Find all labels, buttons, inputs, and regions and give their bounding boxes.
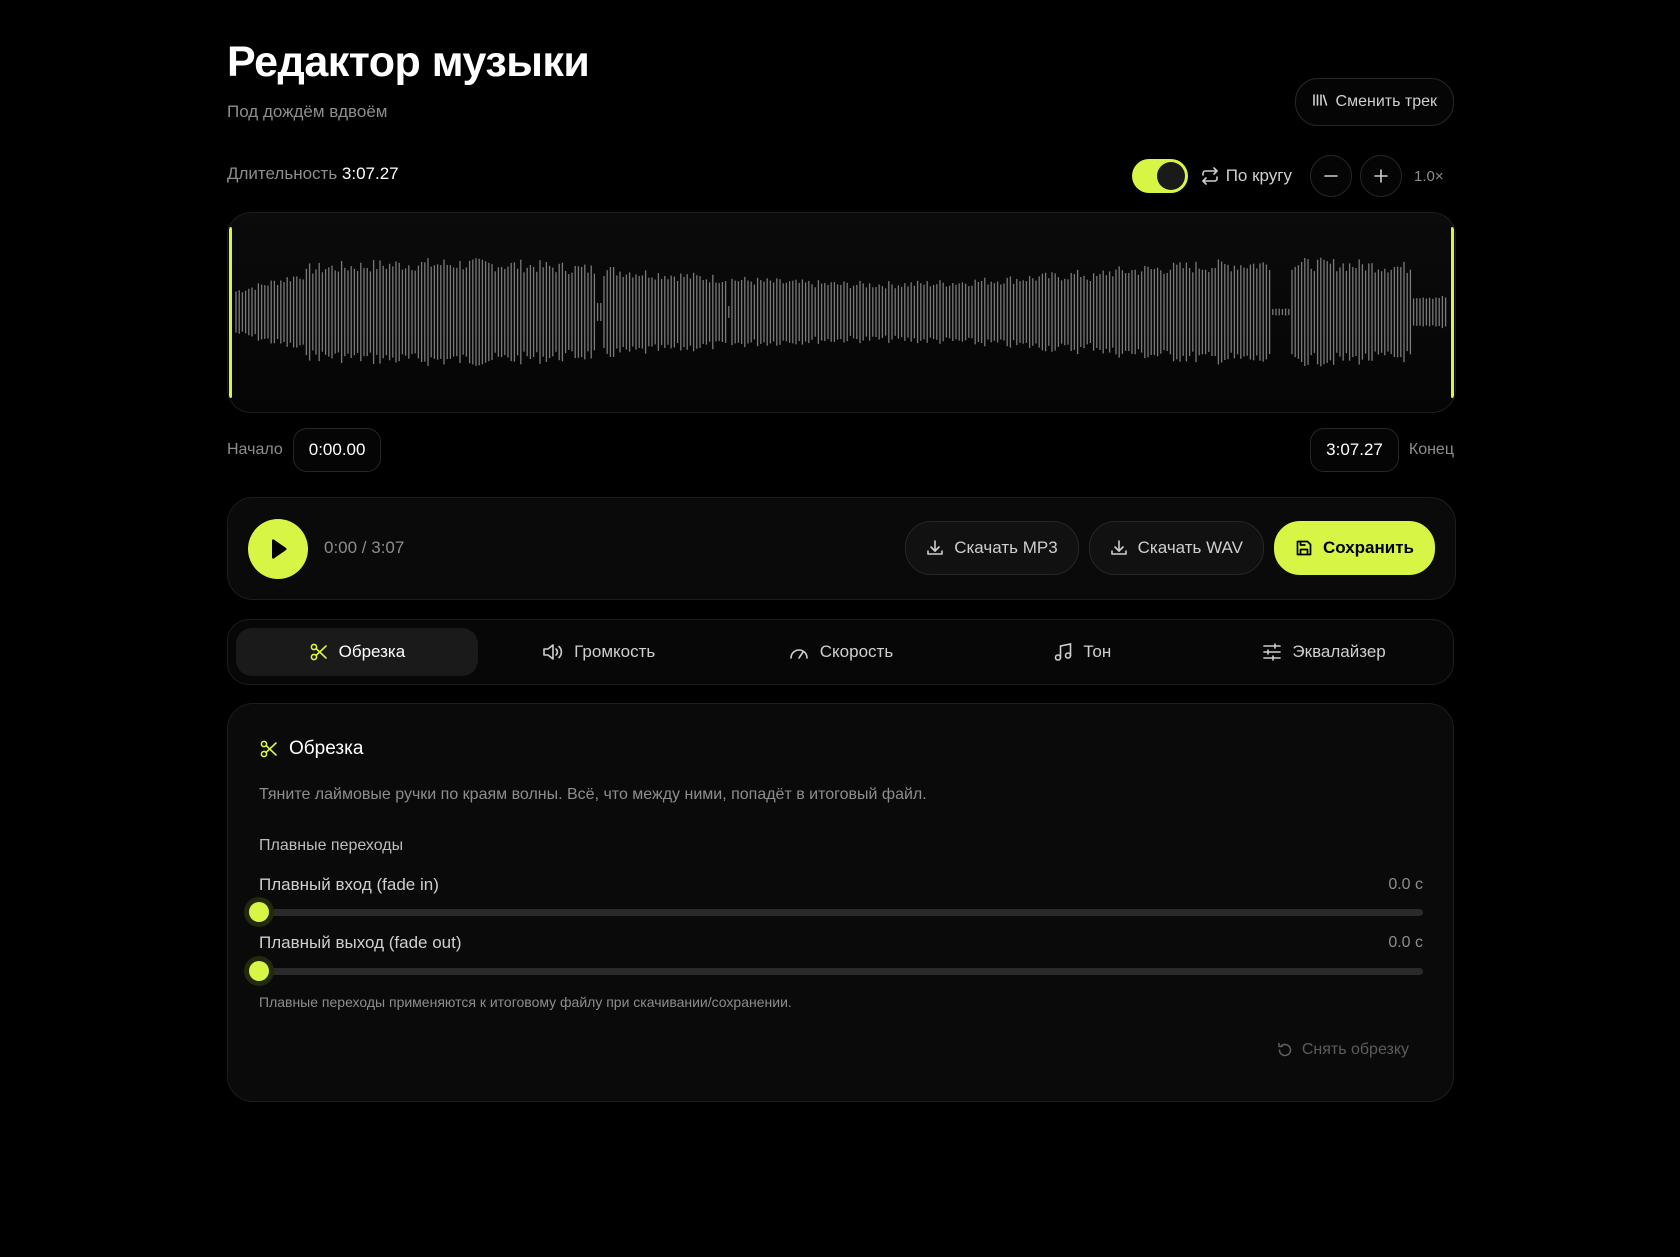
- playback-time: 0:00 / 3:07: [324, 538, 405, 557]
- loop-label: По кругу: [1225, 166, 1292, 185]
- music-editor: Редактор музыки Под дождём вдвоём Сменит…: [227, 0, 1456, 1257]
- tab-volume-label: Громкость: [574, 642, 656, 661]
- fades-section-label: Плавные переходы: [259, 837, 404, 854]
- tab-speed-label: Скорость: [819, 642, 894, 661]
- track-name: Под дождём вдвоём: [227, 102, 388, 121]
- download-wav-button[interactable]: Скачать WAV: [1088, 521, 1264, 575]
- tab-trim[interactable]: Обрезка: [236, 628, 478, 676]
- fade-in-slider[interactable]: [249, 902, 1423, 922]
- undo-icon: [1278, 1042, 1292, 1057]
- tab-equalizer[interactable]: Эквалайзер: [1203, 628, 1445, 676]
- panel-title: Обрезка: [289, 738, 364, 759]
- scissors-icon: [260, 740, 277, 758]
- download-wav-label: Скачать WAV: [1137, 538, 1243, 557]
- duration-label: Длительность: [227, 164, 338, 183]
- trim-panel: Обрезка Тяните лаймовые ручки по краям в…: [227, 703, 1454, 1102]
- trim-start: Начало 0:00.00: [227, 428, 382, 472]
- tab-pitch-label: Тон: [1083, 642, 1112, 661]
- reset-trim-label: Снять обрезку: [1301, 1041, 1409, 1058]
- fade-out-value: 0.0 с: [1388, 934, 1423, 951]
- volume-icon: [543, 644, 563, 660]
- download-icon: [1110, 540, 1127, 555]
- fade-out-slider[interactable]: [249, 961, 1423, 981]
- download-mp3-label: Скачать MP3: [954, 538, 1058, 557]
- tab-equalizer-label: Эквалайзер: [1292, 642, 1386, 661]
- speedometer-icon: [789, 649, 808, 659]
- download-icon: [927, 540, 944, 555]
- fade-in-value: 0.0 с: [1388, 876, 1423, 893]
- repeat-icon: [1200, 167, 1220, 185]
- trim-start-handle[interactable]: [229, 227, 232, 398]
- loop-toggle[interactable]: [1131, 159, 1188, 193]
- trim-end-handle[interactable]: [1451, 227, 1454, 398]
- start-time-input[interactable]: 0:00.00: [292, 428, 382, 472]
- end-time-input[interactable]: 3:07.27: [1310, 428, 1399, 472]
- music-note-icon: [1055, 643, 1072, 661]
- zoom-level: 1.0×: [1414, 167, 1444, 185]
- play-button[interactable]: [248, 519, 308, 579]
- waveform[interactable]: [227, 212, 1456, 413]
- switch-track-button[interactable]: Сменить трек: [1294, 78, 1454, 126]
- fade-out-label: Плавный выход (fade out): [259, 933, 462, 952]
- equalizer-icon: [1263, 643, 1282, 661]
- page-title: Редактор музыки: [227, 38, 590, 86]
- panel-header: Обрезка: [259, 738, 363, 760]
- zoom-out-button[interactable]: [1310, 155, 1352, 197]
- end-label: Конец: [1408, 441, 1454, 458]
- trim-end: 3:07.27 Конец: [1310, 428, 1454, 472]
- fades-note: Плавные переходы применяются к итоговому…: [259, 994, 792, 1010]
- duration: Длительность 3:07.27: [227, 164, 399, 184]
- toggle-knob: [1156, 162, 1185, 190]
- duration-value: 3:07.27: [341, 164, 399, 183]
- loop-zoom-controls: По кругу 1.0×: [1131, 154, 1454, 198]
- tab-speed[interactable]: Скорость: [720, 628, 962, 676]
- tab-pitch[interactable]: Тон: [961, 628, 1203, 676]
- zoom-in-button[interactable]: [1360, 155, 1402, 197]
- save-label: Сохранить: [1322, 538, 1414, 557]
- library-icon: [1312, 93, 1328, 112]
- play-icon: [272, 539, 287, 559]
- scissors-icon: [310, 643, 327, 661]
- tab-volume[interactable]: Громкость: [478, 628, 720, 676]
- waveform-bars: [235, 257, 1447, 367]
- fade-in-slider-thumb[interactable]: [249, 902, 269, 922]
- fade-out-slider-thumb[interactable]: [249, 961, 269, 981]
- start-label: Начало: [227, 441, 283, 458]
- fade-in-label: Плавный вход (fade in): [259, 875, 439, 894]
- player-bar: 0:00 / 3:07 Скачать MP3 Скачать WAV Сохр…: [227, 497, 1456, 600]
- download-mp3-button[interactable]: Скачать MP3: [905, 521, 1079, 575]
- tab-trim-label: Обрезка: [338, 642, 406, 661]
- effects-tabs: Обрезка Громкость Скорость Тон Эквалайзе…: [227, 619, 1454, 685]
- save-icon: [1296, 540, 1312, 556]
- panel-description: Тяните лаймовые ручки по краям волны. Вс…: [259, 786, 927, 803]
- reset-trim-button[interactable]: Снять обрезку: [1276, 1041, 1409, 1059]
- player-actions: Скачать MP3 Скачать WAV Сохранить: [905, 521, 1435, 575]
- save-button[interactable]: Сохранить: [1273, 521, 1435, 575]
- switch-track-label: Сменить трек: [1335, 93, 1437, 110]
